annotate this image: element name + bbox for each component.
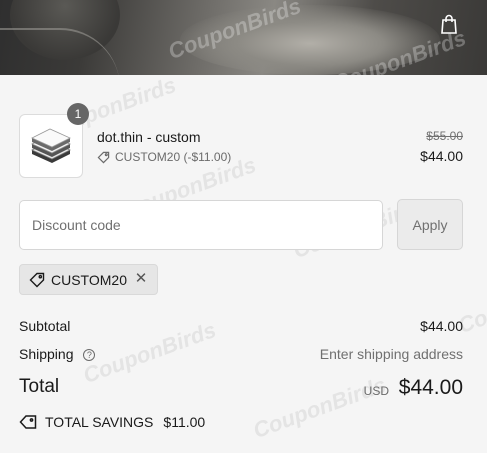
total-label: Total — [19, 376, 60, 397]
question-icon[interactable]: ? — [83, 349, 96, 361]
shopping-bag-icon[interactable] — [439, 14, 459, 36]
subtotal-value: $44.00 — [420, 318, 463, 334]
savings-row: TOTAL SAVINGS $11.00 — [19, 414, 463, 430]
product-image — [31, 128, 71, 163]
subtotal-label: Subtotal — [19, 318, 71, 334]
hero-banner: CouponBirds CouponBirds — [0, 0, 487, 75]
savings-tag-icon — [19, 415, 37, 429]
shipping-row: Shipping ? Enter shipping address — [19, 346, 463, 362]
tag-icon — [29, 272, 45, 287]
item-discount-label: CUSTOM20 (-$11.00) — [115, 150, 232, 164]
subtotal-row: Subtotal $44.00 — [19, 318, 463, 334]
savings-label: TOTAL SAVINGS — [45, 414, 154, 430]
applied-discount-chip: CUSTOM20 ✕ — [19, 264, 158, 295]
quantity-badge: 1 — [67, 103, 89, 125]
final-price: $44.00 — [420, 148, 463, 164]
close-icon[interactable]: ✕ — [134, 271, 148, 287]
tag-icon — [97, 151, 110, 163]
discount-code-input[interactable] — [19, 200, 383, 250]
cart-line-item: 1 dot.thin - custom CUSTOM20 (-$11.00) $… — [19, 103, 463, 178]
product-name: dot.thin - custom — [97, 129, 201, 145]
applied-code: CUSTOM20 — [51, 271, 127, 288]
item-discount: CUSTOM20 (-$11.00) — [97, 150, 231, 164]
savings-value: $11.00 — [163, 414, 206, 430]
total-value: $44.00 — [398, 376, 463, 399]
shipping-value: Enter shipping address — [319, 346, 463, 362]
apply-button[interactable]: Apply — [397, 199, 463, 250]
shipping-label: Shipping — [19, 346, 74, 362]
total-currency: USD — [363, 384, 389, 398]
original-price: $55.00 — [426, 129, 463, 143]
total-row: Total USD $44.00 — [19, 376, 463, 402]
